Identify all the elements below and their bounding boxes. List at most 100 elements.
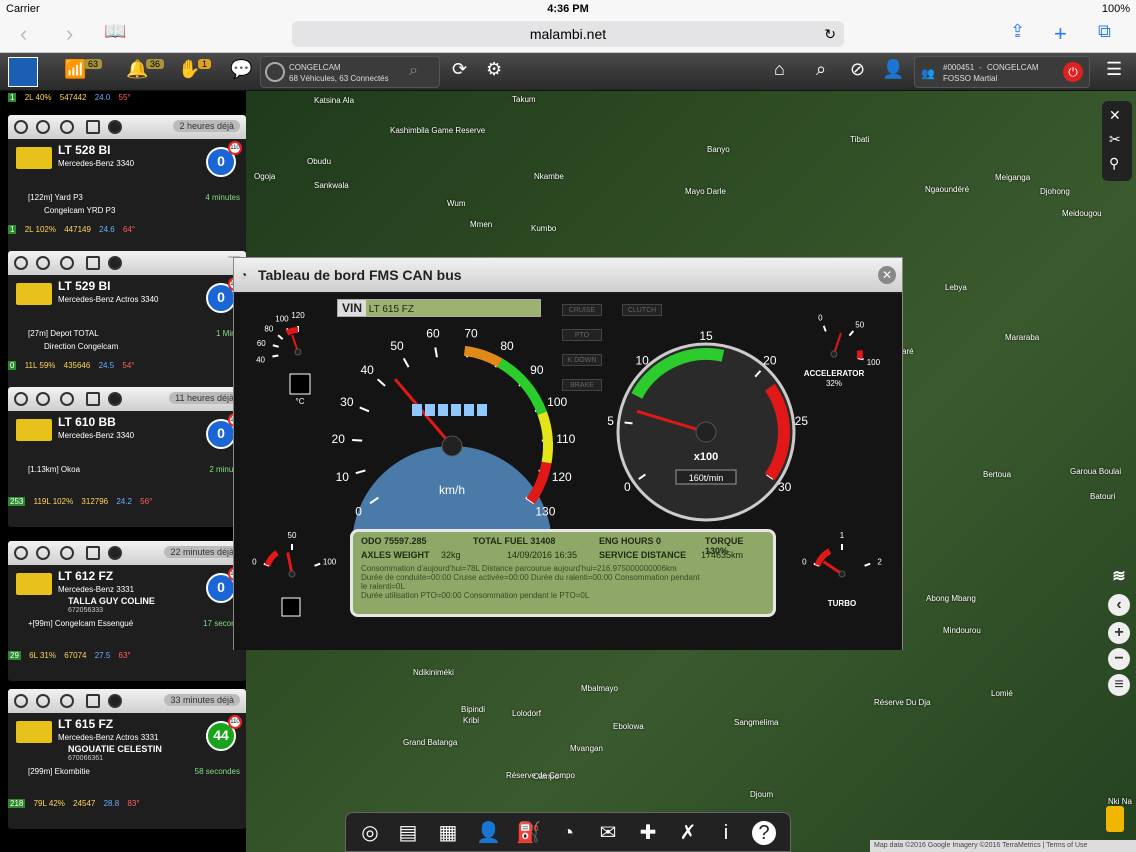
location-icon[interactable] <box>60 256 74 270</box>
no-track-icon[interactable]: ⊘ <box>850 59 865 80</box>
driver-icon[interactable] <box>14 392 28 406</box>
tabs-icon[interactable]: ⧉ <box>1098 21 1111 42</box>
location-icon[interactable] <box>60 392 74 406</box>
mail-icon[interactable]: ✉ <box>596 821 620 845</box>
calendar-icon[interactable]: ▦ <box>436 821 460 845</box>
speed-band <box>526 461 552 504</box>
collapse-panel-icon[interactable]: ‹ <box>1108 594 1130 616</box>
info-icon[interactable] <box>108 546 122 560</box>
back-icon[interactable]: ‹ <box>20 21 27 47</box>
zoom-icon[interactable]: ⌕ <box>816 59 826 80</box>
map-place-label: Abong Mbang <box>926 594 976 603</box>
new-tab-icon[interactable]: + <box>1054 21 1067 47</box>
vehicle-card[interactable]: 11 heures déjà LT 610 BB Mercedes-Benz 3… <box>8 387 246 527</box>
info-icon[interactable] <box>108 120 122 134</box>
location-icon[interactable] <box>60 120 74 134</box>
tools-icon[interactable]: ✂ <box>1109 131 1121 148</box>
report-icon[interactable] <box>86 120 100 134</box>
wrench-icon[interactable]: ✗ <box>676 821 700 845</box>
driver-icon[interactable] <box>14 546 28 560</box>
list-icon[interactable]: ≡ <box>1108 674 1130 696</box>
user-settings-icon[interactable]: 👤 <box>882 59 904 80</box>
speed-tick <box>359 406 370 413</box>
measure-icon[interactable]: ⚲ <box>1109 155 1119 172</box>
report-icon[interactable] <box>86 256 100 270</box>
fuel-tick-label: 100 <box>323 557 337 566</box>
speed-tick <box>355 469 366 475</box>
collapse-icon[interactable]: ✕ <box>1109 107 1121 124</box>
url-bar[interactable]: malambi.net ↻ <box>292 21 844 47</box>
vehicle-card[interactable]: LT 529 BI Mercedes-Benz Actros 3340 0 11… <box>8 251 246 391</box>
search-icon[interactable]: ⌕ <box>409 62 418 80</box>
menu-icon[interactable]: ☰ <box>1106 59 1122 80</box>
report-icon[interactable] <box>86 392 100 406</box>
driver-icon[interactable] <box>14 256 28 270</box>
plate-number: LT 529 BI <box>58 279 111 293</box>
power-icon[interactable]: ⏻ <box>1063 62 1083 82</box>
map-place-label: Nkambe <box>534 172 564 181</box>
fuel-pump-icon[interactable]: ⛽ <box>516 821 541 845</box>
bookmarks-icon[interactable]: 📖 <box>104 21 126 42</box>
info-icon[interactable] <box>108 694 122 708</box>
map-tools: ✕ ✂ ⚲ <box>1102 101 1132 181</box>
last-seen-badge: 2 heures déjà <box>173 120 240 132</box>
map-place-label: Mayo Darle <box>685 187 726 196</box>
forward-icon[interactable]: › <box>66 21 73 47</box>
bell-count: 36 <box>146 59 165 69</box>
map-place-label: Mindourou <box>943 626 981 635</box>
info-icon[interactable]: i <box>714 821 738 845</box>
map-place-label: Obudu <box>307 157 332 166</box>
report-icon[interactable] <box>86 694 100 708</box>
document-icon[interactable]: ▤ <box>396 821 420 845</box>
map-place-label: Tibati <box>850 135 870 144</box>
home-icon[interactable]: ⌂ <box>774 59 785 80</box>
fleet-selector[interactable]: CONGELCAM 68 Véhicules, 63 Connectés ⌕ <box>260 56 440 88</box>
zoom-in-icon[interactable]: + <box>1108 622 1130 644</box>
card-body: LT 529 BI Mercedes-Benz Actros 3340 0 11… <box>8 275 246 375</box>
refresh-icon[interactable]: ⟳ <box>452 59 467 80</box>
close-icon[interactable]: ✕ <box>878 266 896 284</box>
location-icon[interactable] <box>60 546 74 560</box>
lock-icon[interactable] <box>36 546 50 560</box>
map-place-label: Mmen <box>470 220 493 229</box>
target-icon[interactable]: ◎ <box>358 821 382 845</box>
vehicle-card[interactable]: 2 heures déjà LT 528 BI Mercedes-Benz 33… <box>8 115 246 255</box>
driver-icon[interactable] <box>14 694 28 708</box>
speed-unit: km/h <box>439 483 465 497</box>
fuel-tick-label: 0 <box>252 557 257 566</box>
map-place-label: Ebolowa <box>613 722 644 731</box>
vehicle-model: Mercedes-Benz Actros 3340 <box>58 295 159 304</box>
info-icon[interactable] <box>108 392 122 406</box>
dialog-title: ◔ Tableau de bord FMS CAN bus <box>234 258 902 292</box>
lock-icon[interactable] <box>36 392 50 406</box>
driver-icon[interactable]: 👤 <box>476 821 501 845</box>
gear-icon[interactable]: ⚙ <box>486 59 502 80</box>
help-icon[interactable]: ? <box>752 821 776 845</box>
layers-icon[interactable]: ≋ <box>1108 566 1130 588</box>
map-place-label: Meidougou <box>1062 209 1102 218</box>
user-panel[interactable]: 👥 #000451 - CONGELCAM FOSSO Martial ⏻ <box>914 56 1090 88</box>
logo-icon[interactable] <box>8 57 38 87</box>
add-icon[interactable]: ✚ <box>636 821 660 845</box>
driver-icon[interactable] <box>14 120 28 134</box>
lock-icon[interactable] <box>36 256 50 270</box>
reload-icon[interactable]: ↻ <box>824 21 836 47</box>
fuel-pump-icon <box>281 597 301 617</box>
report-icon[interactable] <box>86 546 100 560</box>
info-icon[interactable] <box>108 256 122 270</box>
location-icon[interactable] <box>60 694 74 708</box>
lock-icon[interactable] <box>36 120 50 134</box>
zoom-out-icon[interactable]: − <box>1108 648 1130 670</box>
speed-tick-label: 10 <box>336 470 350 484</box>
accelerator-tick <box>822 325 827 332</box>
lock-icon[interactable] <box>36 694 50 708</box>
temp-tick-label: 120 <box>291 311 305 320</box>
vehicle-card[interactable]: 22 minutes déjà LT 612 FZ Mercedes-Benz … <box>8 541 246 681</box>
map-place-label: Katsina Ala <box>314 96 355 105</box>
vehicle-card[interactable]: 33 minutes déjà LT 615 FZ Mercedes-Benz … <box>8 689 246 829</box>
pegman-icon[interactable] <box>1106 806 1124 832</box>
share-icon[interactable]: ⇪ <box>1010 21 1025 42</box>
chat-icon[interactable]: 💬 <box>230 59 252 80</box>
speedometer-icon[interactable]: ◔ <box>556 821 580 845</box>
fleet-icon <box>265 62 285 82</box>
